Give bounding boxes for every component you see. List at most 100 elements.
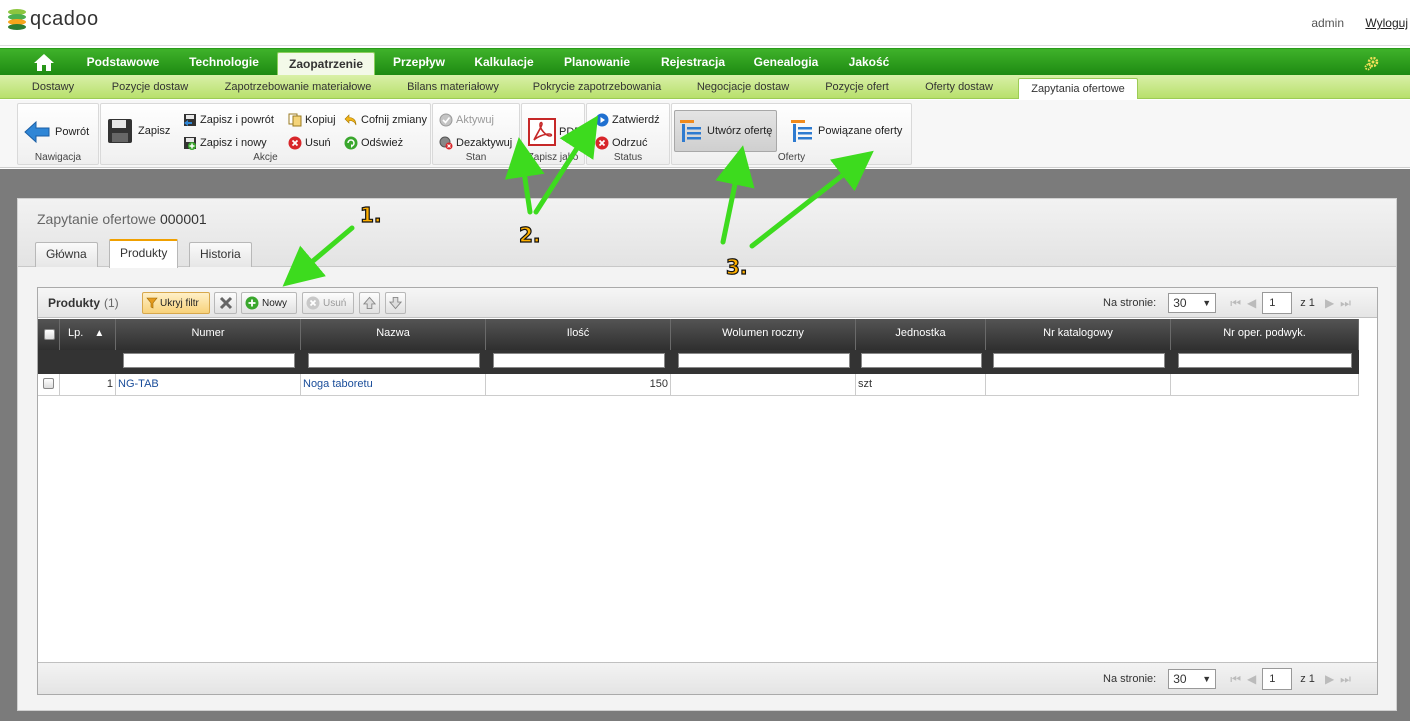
delete-button[interactable]: Usuń	[288, 136, 331, 150]
main-nav-item-technologie[interactable]: Technologie	[179, 49, 269, 76]
tab-glowna[interactable]: Główna	[35, 242, 98, 267]
prev-page-icon[interactable]: ◀	[1247, 672, 1256, 686]
per-page-select[interactable]: 30	[1168, 669, 1217, 689]
clear-filter-button[interactable]	[214, 292, 237, 314]
deactivate-icon	[439, 136, 453, 150]
save-button[interactable]: Zapisz	[107, 118, 170, 144]
next-page-icon[interactable]: ▶	[1325, 296, 1334, 310]
main-nav-item-rejestracja[interactable]: Rejestracja	[649, 49, 737, 76]
column-header-nr-oper[interactable]: Nr oper. podwyk.	[1171, 319, 1359, 350]
sub-nav-item-dostawy[interactable]: Dostawy	[20, 75, 86, 99]
main-nav-item-przeplyw[interactable]: Przepływ	[382, 49, 456, 76]
column-header-jednostka[interactable]: Jednostka	[856, 319, 986, 350]
per-page-select[interactable]: 30	[1168, 293, 1217, 313]
select-all-checkbox[interactable]	[44, 329, 55, 340]
activate-button[interactable]: Aktywuj	[439, 113, 494, 127]
last-page-icon[interactable]: ⏭	[1340, 672, 1351, 687]
document-number: 000001	[159, 211, 207, 227]
move-down-button[interactable]	[385, 292, 406, 314]
main-nav-item-kalkulacje[interactable]: Kalkulacje	[464, 49, 544, 76]
logo[interactable]: qcadoo	[8, 8, 99, 31]
related-offers-button[interactable]: Powiązane oferty	[790, 119, 902, 143]
filter-input-jednostka[interactable]	[861, 353, 982, 368]
ribbon-group-label: Zapisz jako	[527, 152, 579, 163]
nazwa-link[interactable]: Noga taboretu	[303, 378, 373, 390]
filter-input-numer[interactable]	[123, 353, 295, 368]
save-and-back-button[interactable]: Zapisz i powrót	[183, 113, 274, 127]
column-header-nazwa[interactable]: Nazwa	[301, 319, 486, 350]
tab-produkty[interactable]: Produkty	[109, 239, 179, 268]
add-icon	[245, 296, 259, 310]
column-header-ilosc[interactable]: Ilość	[486, 319, 671, 350]
current-user: admin	[1311, 16, 1344, 30]
ribbon-group-save-as: PDF Zapisz jako	[521, 103, 585, 165]
sub-nav-item-oferty-dostaw[interactable]: Oferty dostaw	[912, 75, 1006, 99]
main-nav-item-podstawowe[interactable]: Podstawowe	[76, 49, 170, 76]
last-page-icon[interactable]: ⏭	[1340, 296, 1351, 311]
sub-nav-item-bilans[interactable]: Bilans materiałowy	[396, 75, 510, 99]
ribbon-group-label: Stan	[465, 152, 487, 163]
grid-count: (1)	[104, 296, 119, 310]
main-nav: Podstawowe Technologie Zaopatrzenie Prze…	[0, 48, 1410, 76]
undo-icon	[344, 114, 357, 126]
gear-icon[interactable]	[1364, 55, 1380, 71]
pdf-button[interactable]: PDF	[528, 118, 581, 146]
logout-link[interactable]: Wyloguj	[1365, 16, 1408, 30]
cell-jednostka: szt	[856, 374, 986, 396]
floppy-disk-icon	[108, 119, 132, 143]
main-nav-item-zaopatrzenie[interactable]: Zaopatrzenie	[277, 52, 375, 76]
page-input[interactable]: 1	[1262, 668, 1293, 690]
sub-nav-item-negocjacje[interactable]: Negocjacje dostaw	[684, 75, 802, 99]
form-header: Zapytanie ofertowe 000001 Główna Produkt…	[18, 199, 1396, 268]
filter-input-ilosc[interactable]	[493, 353, 665, 368]
copy-button[interactable]: Kopiuj	[288, 113, 336, 127]
refresh-button[interactable]: Odśwież	[344, 136, 403, 150]
main-nav-item-planowanie[interactable]: Planowanie	[553, 49, 641, 76]
move-up-button[interactable]	[359, 292, 380, 314]
sub-nav-item-pozycje-dostaw[interactable]: Pozycje dostaw	[100, 75, 200, 99]
copy-icon	[288, 113, 302, 127]
filter-input-nr-katalogowy[interactable]	[993, 353, 1165, 368]
back-button[interactable]: Powrót	[23, 119, 89, 145]
page-title: Zapytanie ofertowe 000001	[37, 211, 207, 227]
column-header-nr-katalogowy[interactable]: Nr katalogowy	[986, 319, 1171, 350]
grid-delete-button[interactable]: Usuń	[302, 292, 354, 314]
column-header-numer[interactable]: Numer	[116, 319, 301, 350]
deactivate-button[interactable]: Dezaktywuj	[439, 136, 512, 150]
create-offer-button[interactable]: Utwórz ofertę	[674, 110, 778, 152]
home-icon[interactable]	[33, 53, 55, 72]
cell-numer: NG-TAB	[116, 374, 301, 396]
table-row[interactable]: 1 NG-TAB Noga taboretu 150 szt	[38, 374, 1359, 396]
hide-filter-button[interactable]: Ukryj filtr	[142, 292, 210, 314]
reject-button[interactable]: Odrzuć	[595, 136, 647, 150]
prev-page-icon[interactable]: ◀	[1247, 296, 1256, 310]
ribbon-group-offers: Utwórz ofertę Powiązane oferty Oferty	[671, 103, 912, 165]
page-count: z 1	[1300, 297, 1315, 309]
page-input[interactable]: 1	[1262, 292, 1293, 314]
arrow-down-icon	[389, 296, 402, 310]
new-button[interactable]: Nowy	[241, 292, 297, 314]
funnel-icon	[146, 297, 158, 309]
column-header-lp[interactable]: Lp. ▲	[60, 319, 116, 350]
filter-input-nr-oper[interactable]	[1178, 353, 1352, 368]
sub-nav-item-pokrycie[interactable]: Pokrycie zapotrzebowania	[522, 75, 672, 99]
row-select-cell	[38, 374, 60, 396]
sub-nav-item-zapytania-ofertowe[interactable]: Zapytania ofertowe	[1018, 78, 1138, 99]
first-page-icon[interactable]: ⏮	[1230, 296, 1241, 311]
filter-input-nazwa[interactable]	[308, 353, 480, 368]
next-page-icon[interactable]: ▶	[1325, 672, 1334, 686]
filter-input-wolumen[interactable]	[678, 353, 850, 368]
row-checkbox[interactable]	[43, 378, 54, 389]
sub-nav-item-pozycje-ofert[interactable]: Pozycje ofert	[814, 75, 900, 99]
approve-button[interactable]: Zatwierdź	[595, 113, 660, 127]
first-page-icon[interactable]: ⏮	[1230, 672, 1241, 687]
main-nav-item-genealogia[interactable]: Genealogia	[745, 49, 827, 76]
save-and-new-button[interactable]: Zapisz i nowy	[183, 136, 267, 150]
undo-changes-button[interactable]: Cofnij zmiany	[344, 113, 427, 127]
tab-historia[interactable]: Historia	[189, 242, 252, 267]
main-nav-item-jakosc[interactable]: Jakość	[836, 49, 902, 76]
cell-ilosc: 150	[486, 374, 671, 396]
column-header-wolumen[interactable]: Wolumen roczny	[671, 319, 856, 350]
sub-nav-item-zapotrzebowanie[interactable]: Zapotrzebowanie materiałowe	[212, 75, 384, 99]
numer-link[interactable]: NG-TAB	[118, 378, 159, 390]
